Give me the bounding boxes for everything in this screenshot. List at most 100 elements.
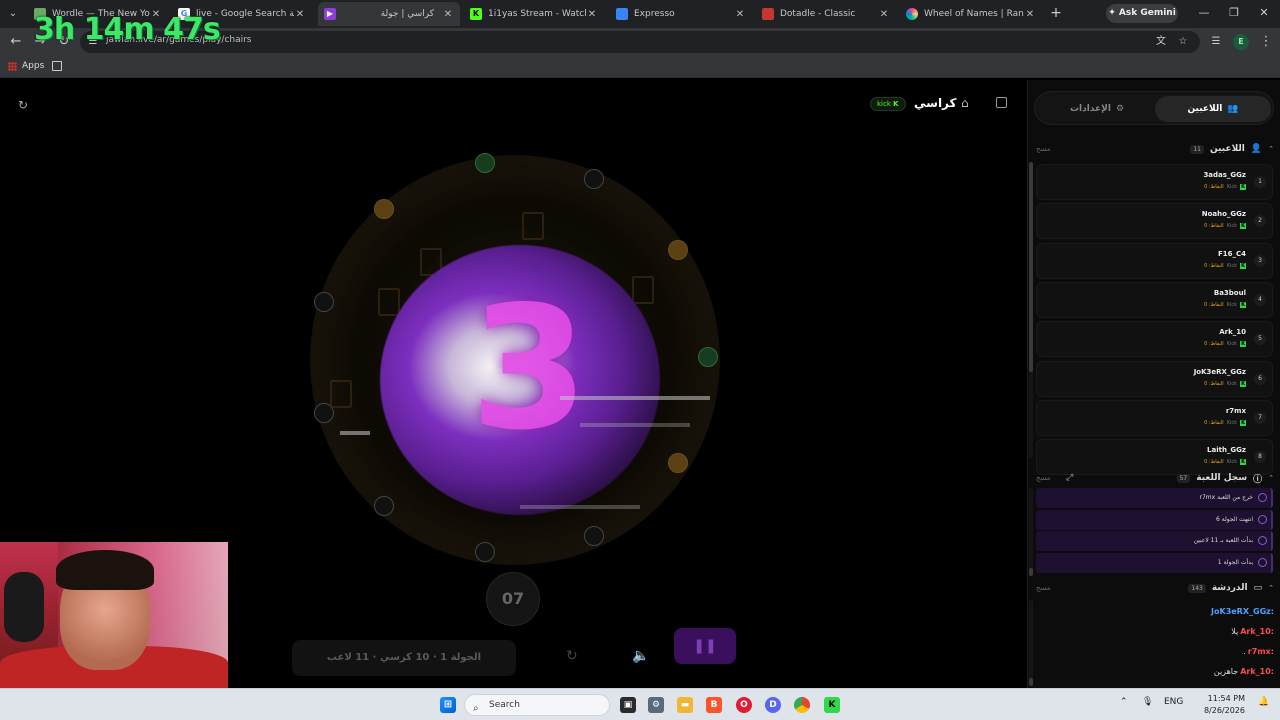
chevron-up-icon[interactable]: ⌃	[1268, 145, 1274, 153]
menu-icon[interactable]: ⋮	[1258, 34, 1274, 50]
minimize-icon[interactable]: —	[1196, 6, 1212, 19]
tab-title: كراسي | جولة	[380, 9, 434, 19]
pause-button[interactable]: ❚❚	[674, 628, 736, 664]
back-icon[interactable]: ←	[8, 34, 24, 50]
close-icon[interactable]: ✕	[734, 9, 746, 20]
ask-gemini-button[interactable]: ✦ Ask Gemini	[1106, 4, 1178, 23]
log-scroll-thumb[interactable]	[1029, 568, 1033, 576]
player-row[interactable]: 4 Ba3boul النقاط: 0 Kick K	[1036, 281, 1273, 318]
chat-username[interactable]: r7mx:	[1248, 647, 1274, 656]
players-section-header[interactable]: مسح 11 اللاعبين 👤 ⌃	[1034, 141, 1274, 157]
chat-username[interactable]: Ark_10:	[1240, 667, 1274, 676]
clear-players-button[interactable]: مسح	[1036, 145, 1051, 153]
tray-chevron-icon[interactable]: ⌃	[1120, 697, 1128, 707]
kick-app-icon[interactable]: K	[824, 697, 840, 713]
player-rank: 5	[1254, 333, 1266, 346]
close-icon[interactable]: ✕	[878, 9, 890, 20]
player-row[interactable]: 3 F16_C4 النقاط: 0 Kick K	[1036, 242, 1273, 279]
reading-list-icon[interactable]: ☰	[1208, 34, 1224, 50]
sidebar-tabs: الإعدادات ⚙ اللاعبين 👥	[1034, 91, 1274, 125]
log-item: بدأت اللعبة بـ 11 لاعبين	[1036, 531, 1273, 551]
player-row[interactable]: 1 3adas_GGz النقاط: 0 Kick K	[1036, 164, 1273, 200]
chevron-up-icon[interactable]: ⌃	[1268, 584, 1274, 592]
tab-jawlah-chairs[interactable]: ▶ كراسي | جولة ✕	[318, 2, 460, 26]
settings-icon[interactable]: ⚙	[648, 697, 664, 713]
player-meta: النقاط: 0 Kick K	[1204, 341, 1246, 348]
log-section-header[interactable]: مسح ⤢ 57 سجل اللعبة ⓘ ⌃	[1034, 470, 1274, 486]
expand-icon[interactable]: ⤢	[1066, 473, 1073, 483]
players-scrollbar[interactable]	[1029, 162, 1033, 458]
players-scroll-thumb[interactable]	[1029, 162, 1033, 372]
windows-taskbar: ⊞ ⌕ Search ▣ ⚙ ▬ B O D K ⌃ 🎙 ENG 🔊 11:54…	[0, 688, 1280, 720]
tab-search-button[interactable]: ⌄	[4, 5, 22, 23]
players-section-title: اللاعبين	[1210, 144, 1245, 154]
clear-log-button[interactable]: مسح	[1036, 474, 1051, 482]
task-view-icon[interactable]: ▣	[620, 697, 636, 713]
taskbar-search[interactable]: ⌕ Search	[464, 694, 610, 716]
close-icon[interactable]: ✕	[1024, 9, 1036, 20]
profile-avatar[interactable]: E	[1233, 34, 1249, 50]
bookmark-apps[interactable]: Apps	[8, 61, 44, 71]
opera-icon[interactable]: O	[736, 697, 752, 713]
wheel-icon	[906, 8, 918, 20]
tab-wheel-of-names[interactable]: Wheel of Names | Random ✕	[900, 2, 1042, 26]
brave-icon[interactable]: B	[706, 697, 722, 713]
tab-expresso[interactable]: Expresso ✕	[610, 2, 752, 26]
tab-settings-label: الإعدادات	[1069, 104, 1111, 114]
player-row[interactable]: 7 r7mx النقاط: 0 Kick K	[1036, 399, 1273, 436]
omnibox[interactable]: ☰ jawlah.live/ar/games/play/chairs 文 ☆	[80, 31, 1200, 53]
tab-players[interactable]: اللاعبين 👥	[1155, 96, 1271, 122]
clear-chat-button[interactable]: مسح	[1036, 584, 1051, 592]
microphone-icon[interactable]: 🎙	[1142, 697, 1153, 707]
chat-scroll-thumb[interactable]	[1029, 678, 1033, 686]
chat-username[interactable]: Ark_10:	[1240, 627, 1274, 636]
taskbar-clock[interactable]: 11:54 PM 8/26/2026	[1195, 693, 1245, 717]
webcam-hair	[56, 550, 154, 590]
close-window-icon[interactable]: ✕	[1256, 6, 1272, 19]
close-icon[interactable]: ✕	[442, 9, 454, 20]
toggle-panel-icon[interactable]	[996, 97, 1007, 108]
windows-start-icon[interactable]: ⊞	[440, 697, 456, 713]
close-icon[interactable]: ✕	[586, 9, 598, 20]
file-explorer-icon[interactable]: ▬	[677, 697, 693, 713]
chat-message: يلا Ark_10:	[1231, 627, 1274, 636]
chat-username[interactable]: JoK3eRX_GGz:	[1211, 607, 1274, 616]
log-count: 57	[1176, 473, 1191, 483]
player-points: النقاط: 0	[1204, 341, 1224, 348]
player-seat	[584, 526, 604, 546]
player-rank: 4	[1254, 293, 1266, 306]
home-icon[interactable]: ⌂	[961, 96, 969, 110]
bookmark-star-icon[interactable]: ☆	[1176, 35, 1190, 49]
chrome-icon[interactable]	[794, 697, 810, 713]
new-tab-button[interactable]: +	[1048, 5, 1064, 21]
close-icon[interactable]: ✕	[294, 9, 306, 20]
translate-icon[interactable]: 文	[1154, 35, 1168, 49]
discord-icon[interactable]: D	[765, 697, 781, 713]
player-points: النقاط: 0	[1204, 380, 1224, 387]
volume-icon[interactable]: 🔈	[632, 648, 649, 664]
chat-section-header[interactable]: مسح 143 الدردشة ▭ ⌃	[1034, 580, 1274, 596]
tab-groups-icon[interactable]	[52, 61, 62, 71]
glitch-streak	[580, 423, 690, 427]
notifications-icon[interactable]: 🔔	[1258, 697, 1269, 707]
players-count: 11	[1190, 144, 1204, 154]
tab-dotadle[interactable]: Dotadle - Classic ✕	[756, 2, 896, 26]
player-meta: النقاط: 0 Kick K	[1204, 459, 1246, 466]
restart-icon[interactable]: ↻	[566, 648, 578, 664]
player-platform: Kick	[1226, 380, 1237, 387]
log-scrollbar[interactable]	[1029, 488, 1033, 576]
refresh-icon[interactable]: ↻	[18, 98, 28, 112]
sidebar: الإعدادات ⚙ اللاعبين 👥 مسح 11 اللاعبين 👤…	[1027, 80, 1280, 688]
tab-kick-stream[interactable]: K 1i1yas Stream - Watch Live ✕	[464, 2, 604, 26]
language-indicator[interactable]: ENG	[1164, 697, 1183, 707]
taskbar-search-label: Search	[489, 700, 520, 710]
dotadle-icon	[762, 8, 774, 20]
player-row[interactable]: 5 Ark_10 النقاط: 0 Kick K	[1036, 321, 1273, 358]
restore-icon[interactable]: ❐	[1226, 6, 1242, 19]
chat-scrollbar[interactable]	[1029, 600, 1033, 686]
player-row[interactable]: 2 Noaho_GGz النقاط: 0 Kick K	[1036, 203, 1273, 240]
chevron-up-icon[interactable]: ⌃	[1268, 474, 1274, 482]
tab-settings[interactable]: الإعدادات ⚙	[1039, 96, 1155, 122]
player-row[interactable]: 6 JoK3eRX_GGz النقاط: 0 Kick K	[1036, 360, 1273, 397]
chat-icon: ▭	[1253, 583, 1263, 593]
